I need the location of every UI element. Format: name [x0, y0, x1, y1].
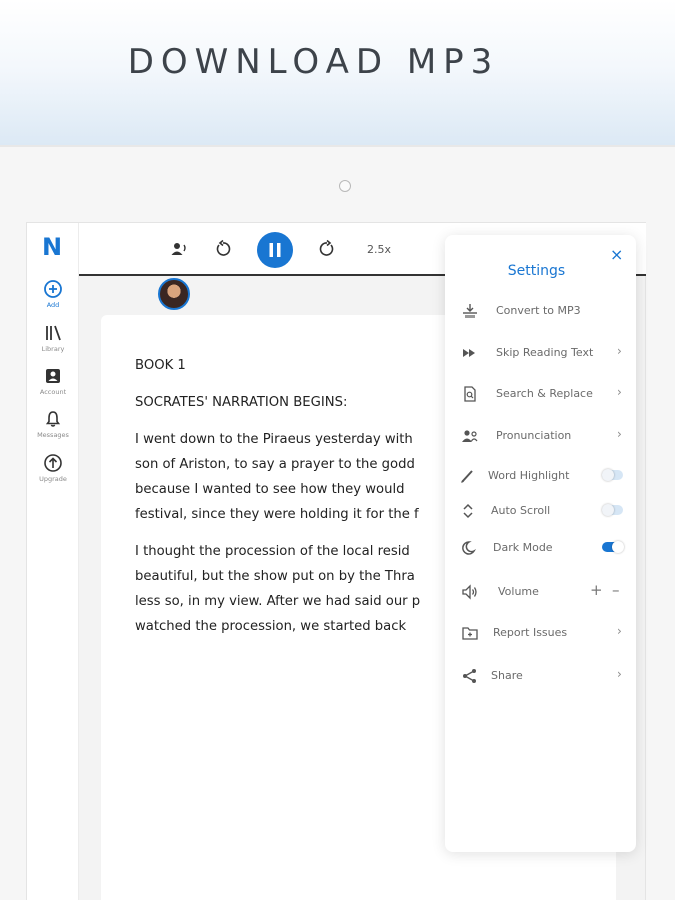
sidebar-item-label: Upgrade — [39, 475, 67, 483]
speaker-icon — [462, 584, 477, 600]
chevron-right-icon: › — [617, 344, 622, 358]
dark-mode-toggle[interactable] — [602, 541, 624, 553]
share-icon — [463, 669, 476, 683]
moon-icon — [462, 541, 477, 555]
setting-label: Report Issues — [493, 626, 568, 639]
pronunciation-icon — [462, 430, 478, 442]
pencil-icon — [461, 470, 473, 483]
rewind-icon[interactable] — [213, 239, 233, 259]
playback-speed[interactable]: 2.5x — [367, 243, 391, 256]
setting-label: Convert to MP3 — [496, 304, 581, 317]
setting-label: Auto Scroll — [491, 504, 551, 517]
setting-label: Search & Replace — [496, 387, 593, 400]
upgrade-arrow-icon — [44, 454, 62, 472]
setting-label: Word Highlight — [488, 469, 570, 482]
close-button[interactable]: × — [610, 245, 623, 264]
sidebar-item-messages[interactable]: Messages — [27, 409, 79, 439]
banner-divider — [0, 145, 675, 147]
sidebar-item-account[interactable]: Account — [27, 366, 79, 396]
setting-label: Share — [491, 669, 523, 682]
sidebar-item-label: Library — [41, 345, 65, 353]
chevron-right-icon: › — [617, 385, 622, 399]
setting-label: Dark Mode — [493, 541, 553, 554]
volume-down-button[interactable]: – — [612, 581, 620, 599]
library-icon — [46, 325, 61, 341]
setting-label: Pronunciation — [496, 429, 572, 442]
camera-dot — [339, 180, 351, 192]
mp3-download-icon — [463, 304, 477, 318]
pause-icon — [269, 243, 281, 257]
report-icon — [462, 627, 478, 640]
settings-panel: × Settings Convert to MP3 Skip Reading T… — [445, 235, 636, 852]
setting-convert-to-mp3[interactable]: Convert to MP3 — [445, 300, 636, 322]
chevron-right-icon: › — [617, 667, 622, 681]
voice-select-icon[interactable] — [169, 239, 189, 259]
sidebar-item-label: Add — [46, 301, 60, 309]
setting-search-replace[interactable]: Search & Replace › — [445, 383, 636, 405]
sidebar-item-label: Messages — [37, 431, 69, 439]
setting-pronunciation[interactable]: Pronunciation › — [445, 425, 636, 447]
word-highlight-toggle[interactable] — [602, 469, 623, 481]
forward-icon[interactable] — [317, 239, 337, 259]
setting-share[interactable]: Share › — [445, 665, 636, 687]
setting-auto-scroll[interactable]: Auto Scroll — [445, 500, 636, 522]
app-logo: N — [42, 233, 63, 261]
volume-up-button[interactable]: + — [590, 581, 603, 599]
voice-avatar[interactable] — [158, 278, 190, 310]
setting-label: Volume — [498, 585, 539, 598]
pause-button[interactable] — [257, 232, 293, 268]
auto-scroll-toggle[interactable] — [602, 504, 623, 516]
account-icon — [46, 369, 60, 383]
bell-icon — [45, 411, 61, 427]
setting-report-issues[interactable]: Report Issues › — [445, 622, 636, 644]
setting-skip-reading-text[interactable]: Skip Reading Text › — [445, 342, 636, 364]
sidebar: N Add Library Account Messages Upgrade — [27, 223, 79, 900]
plus-circle-icon — [44, 280, 62, 298]
chevron-right-icon: › — [617, 624, 622, 638]
banner-title: DOWNLOAD MP3 — [127, 42, 500, 82]
toggle-knob — [602, 469, 614, 481]
skip-forward-icon — [463, 349, 475, 357]
toggle-knob — [612, 541, 624, 553]
setting-label: Skip Reading Text — [496, 346, 594, 359]
sidebar-item-label: Account — [39, 388, 67, 396]
sidebar-item-add[interactable]: Add — [27, 279, 79, 309]
setting-volume: Volume + – — [445, 581, 636, 603]
chevron-right-icon: › — [617, 427, 622, 441]
sidebar-item-upgrade[interactable]: Upgrade — [27, 453, 79, 483]
search-document-icon — [464, 386, 476, 402]
setting-dark-mode[interactable]: Dark Mode — [445, 537, 636, 559]
scroll-arrows-icon — [463, 503, 473, 519]
settings-title: Settings — [507, 263, 566, 279]
sidebar-item-library[interactable]: Library — [27, 323, 79, 353]
toggle-knob — [602, 504, 614, 516]
setting-word-highlight[interactable]: Word Highlight — [445, 465, 636, 487]
promo-banner: DOWNLOAD MP3 — [0, 0, 675, 145]
